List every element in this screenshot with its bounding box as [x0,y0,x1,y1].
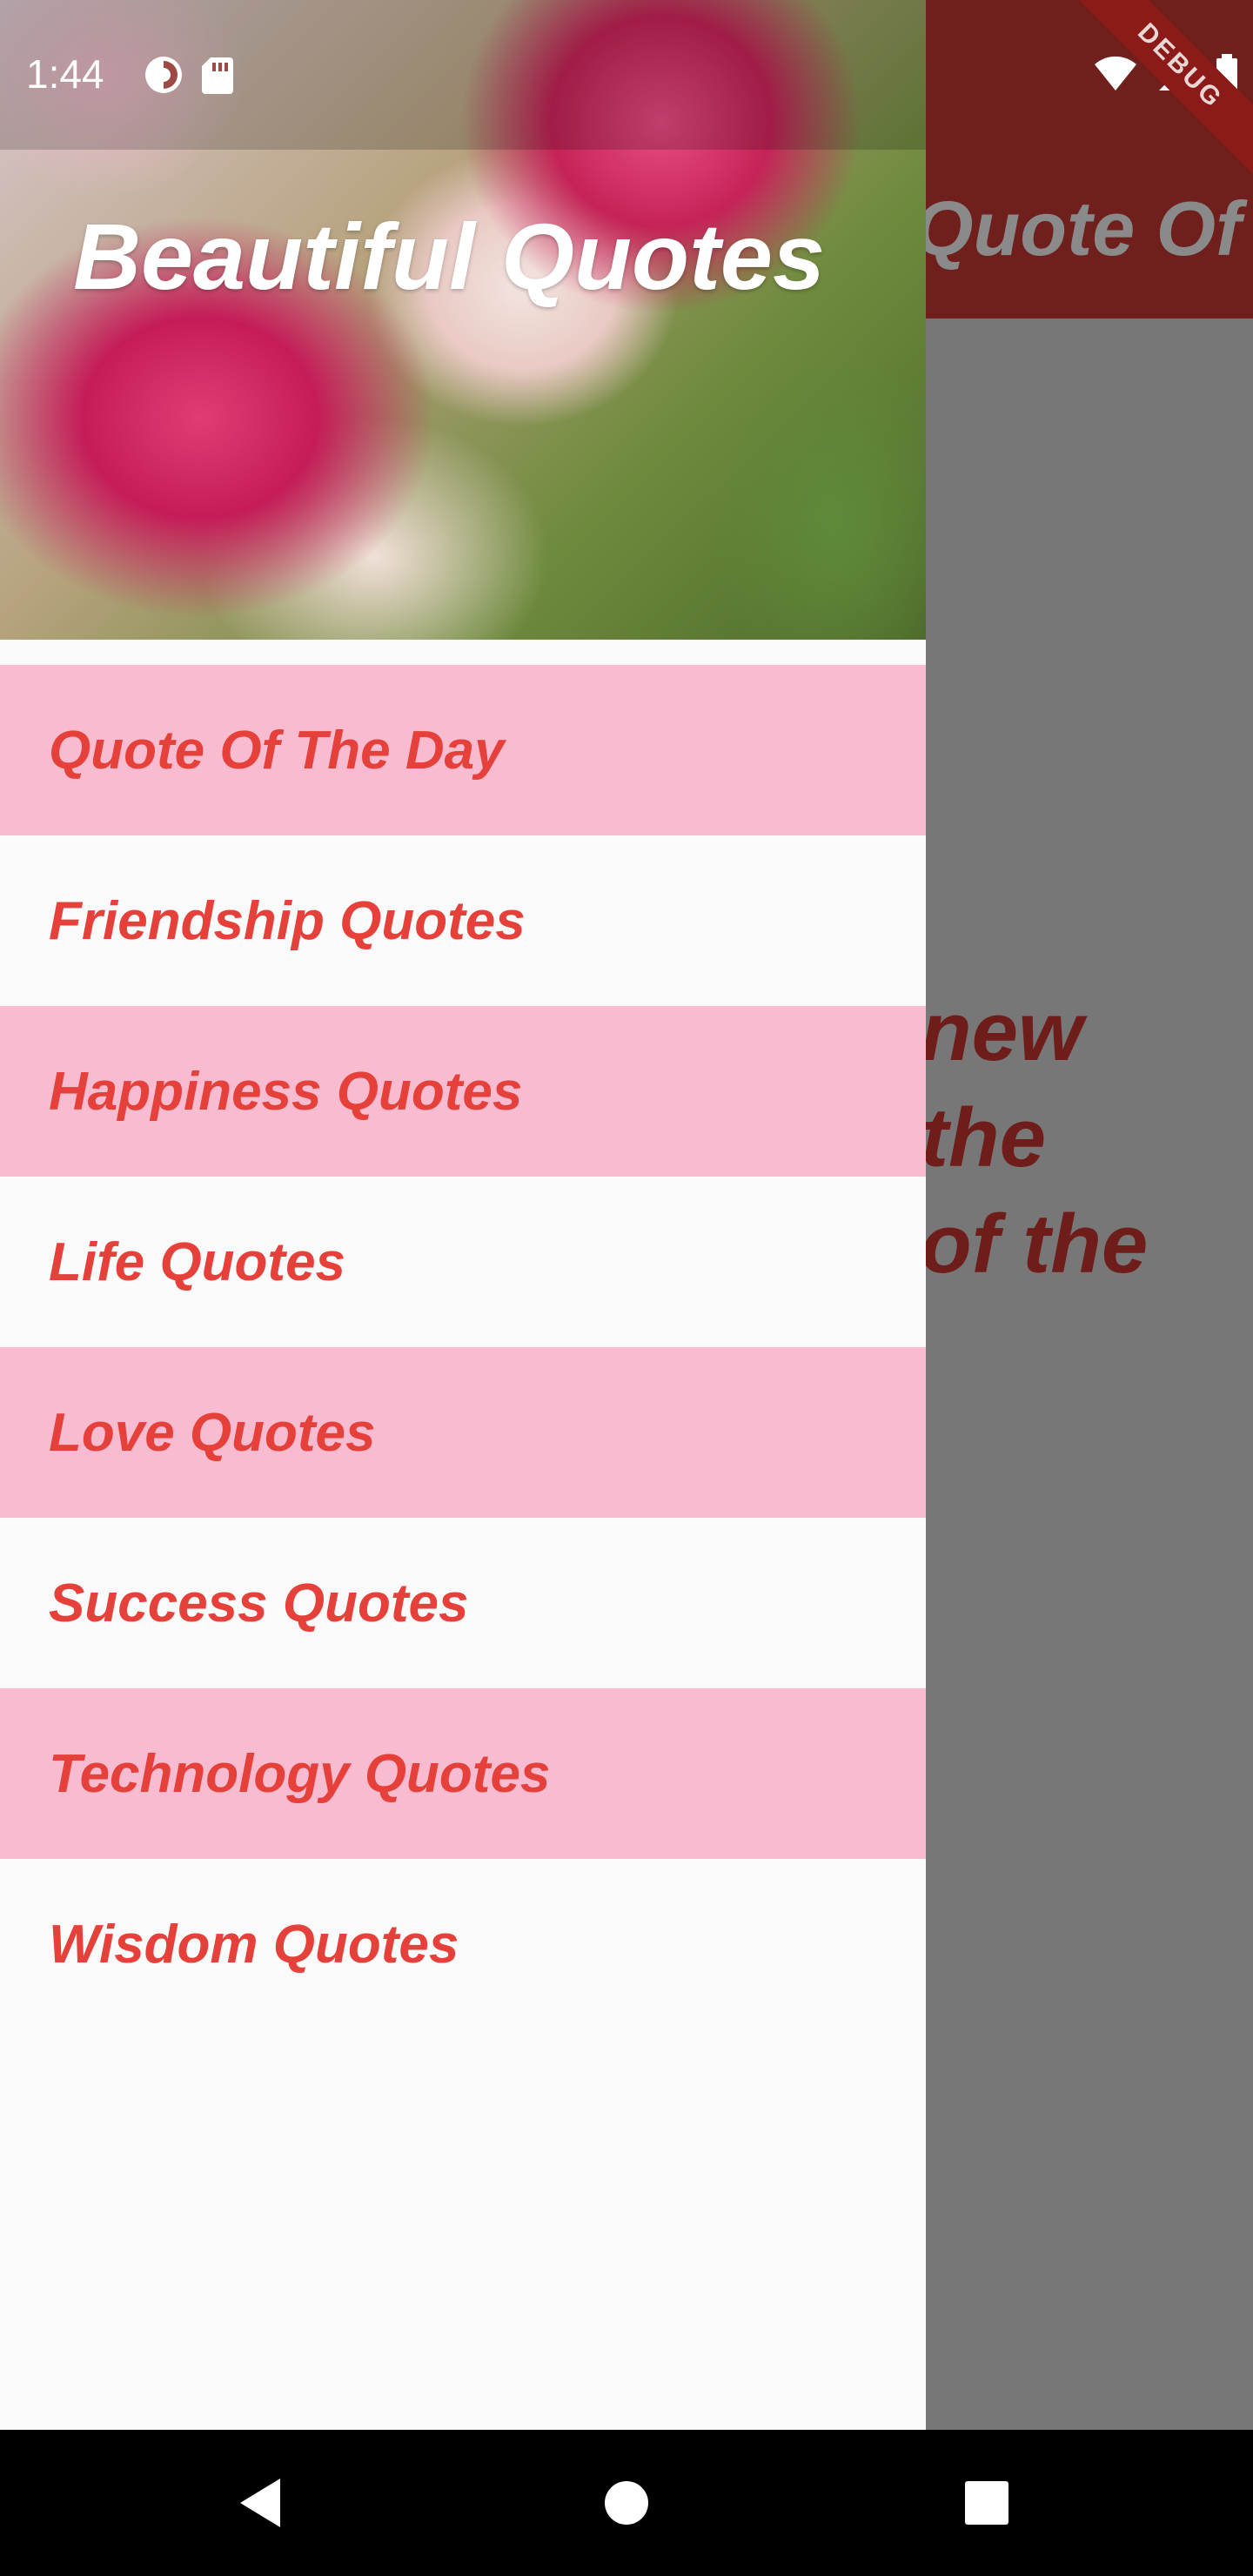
background-quote: new the of the [921,979,1251,1298]
drawer-item-happiness-quotes[interactable]: Happiness Quotes [0,1006,926,1177]
home-icon [605,2481,648,2525]
status-bar: 1:44 DEBUG [0,0,1253,176]
status-time: 1:44 [26,51,104,97]
background-quote-line: new [921,985,1083,1078]
home-button[interactable] [553,2430,700,2576]
drawer-item-quote-of-the-day[interactable]: Quote Of The Day [0,665,926,835]
drawer-item-label: Life Quotes [49,1231,346,1292]
drawer-item-label: Success Quotes [49,1573,469,1633]
drawer-item-love-quotes[interactable]: Love Quotes [0,1347,926,1518]
drawer-item-wisdom-quotes[interactable]: Wisdom Quotes [0,1859,926,2029]
drawer-item-label: Technology Quotes [49,1743,551,1804]
back-icon [240,2479,280,2527]
drawer-item-friendship-quotes[interactable]: Friendship Quotes [0,835,926,1006]
drawer-menu: Quote Of The Day Friendship Quotes Happi… [0,665,926,2029]
drawer-item-label: Happiness Quotes [49,1061,523,1122]
recents-button[interactable] [914,2430,1060,2576]
sd-card-icon [202,57,233,94]
drawer-item-life-quotes[interactable]: Life Quotes [0,1177,926,1347]
drawer-item-label: Wisdom Quotes [49,1914,459,1975]
background-quote-line: of the [921,1197,1149,1291]
drawer-item-technology-quotes[interactable]: Technology Quotes [0,1688,926,1859]
status-icons-left [143,54,235,96]
drawer-item-label: Friendship Quotes [49,890,526,951]
background-quote-line: the [921,1091,1046,1184]
drawer-header-title: Beautiful Quotes [73,204,826,309]
wifi-icon [1095,56,1136,91]
drawer-item-label: Quote Of The Day [49,720,505,781]
recents-icon [965,2481,1008,2525]
drawer-item-label: Love Quotes [49,1402,376,1463]
drawer-item-success-quotes[interactable]: Success Quotes [0,1518,926,1688]
navigation-drawer: Beautiful Quotes Quote Of The Day Friend… [0,0,926,2430]
back-button[interactable] [188,2430,334,2576]
data-saver-icon [145,57,182,93]
system-nav-bar [0,2430,1253,2576]
